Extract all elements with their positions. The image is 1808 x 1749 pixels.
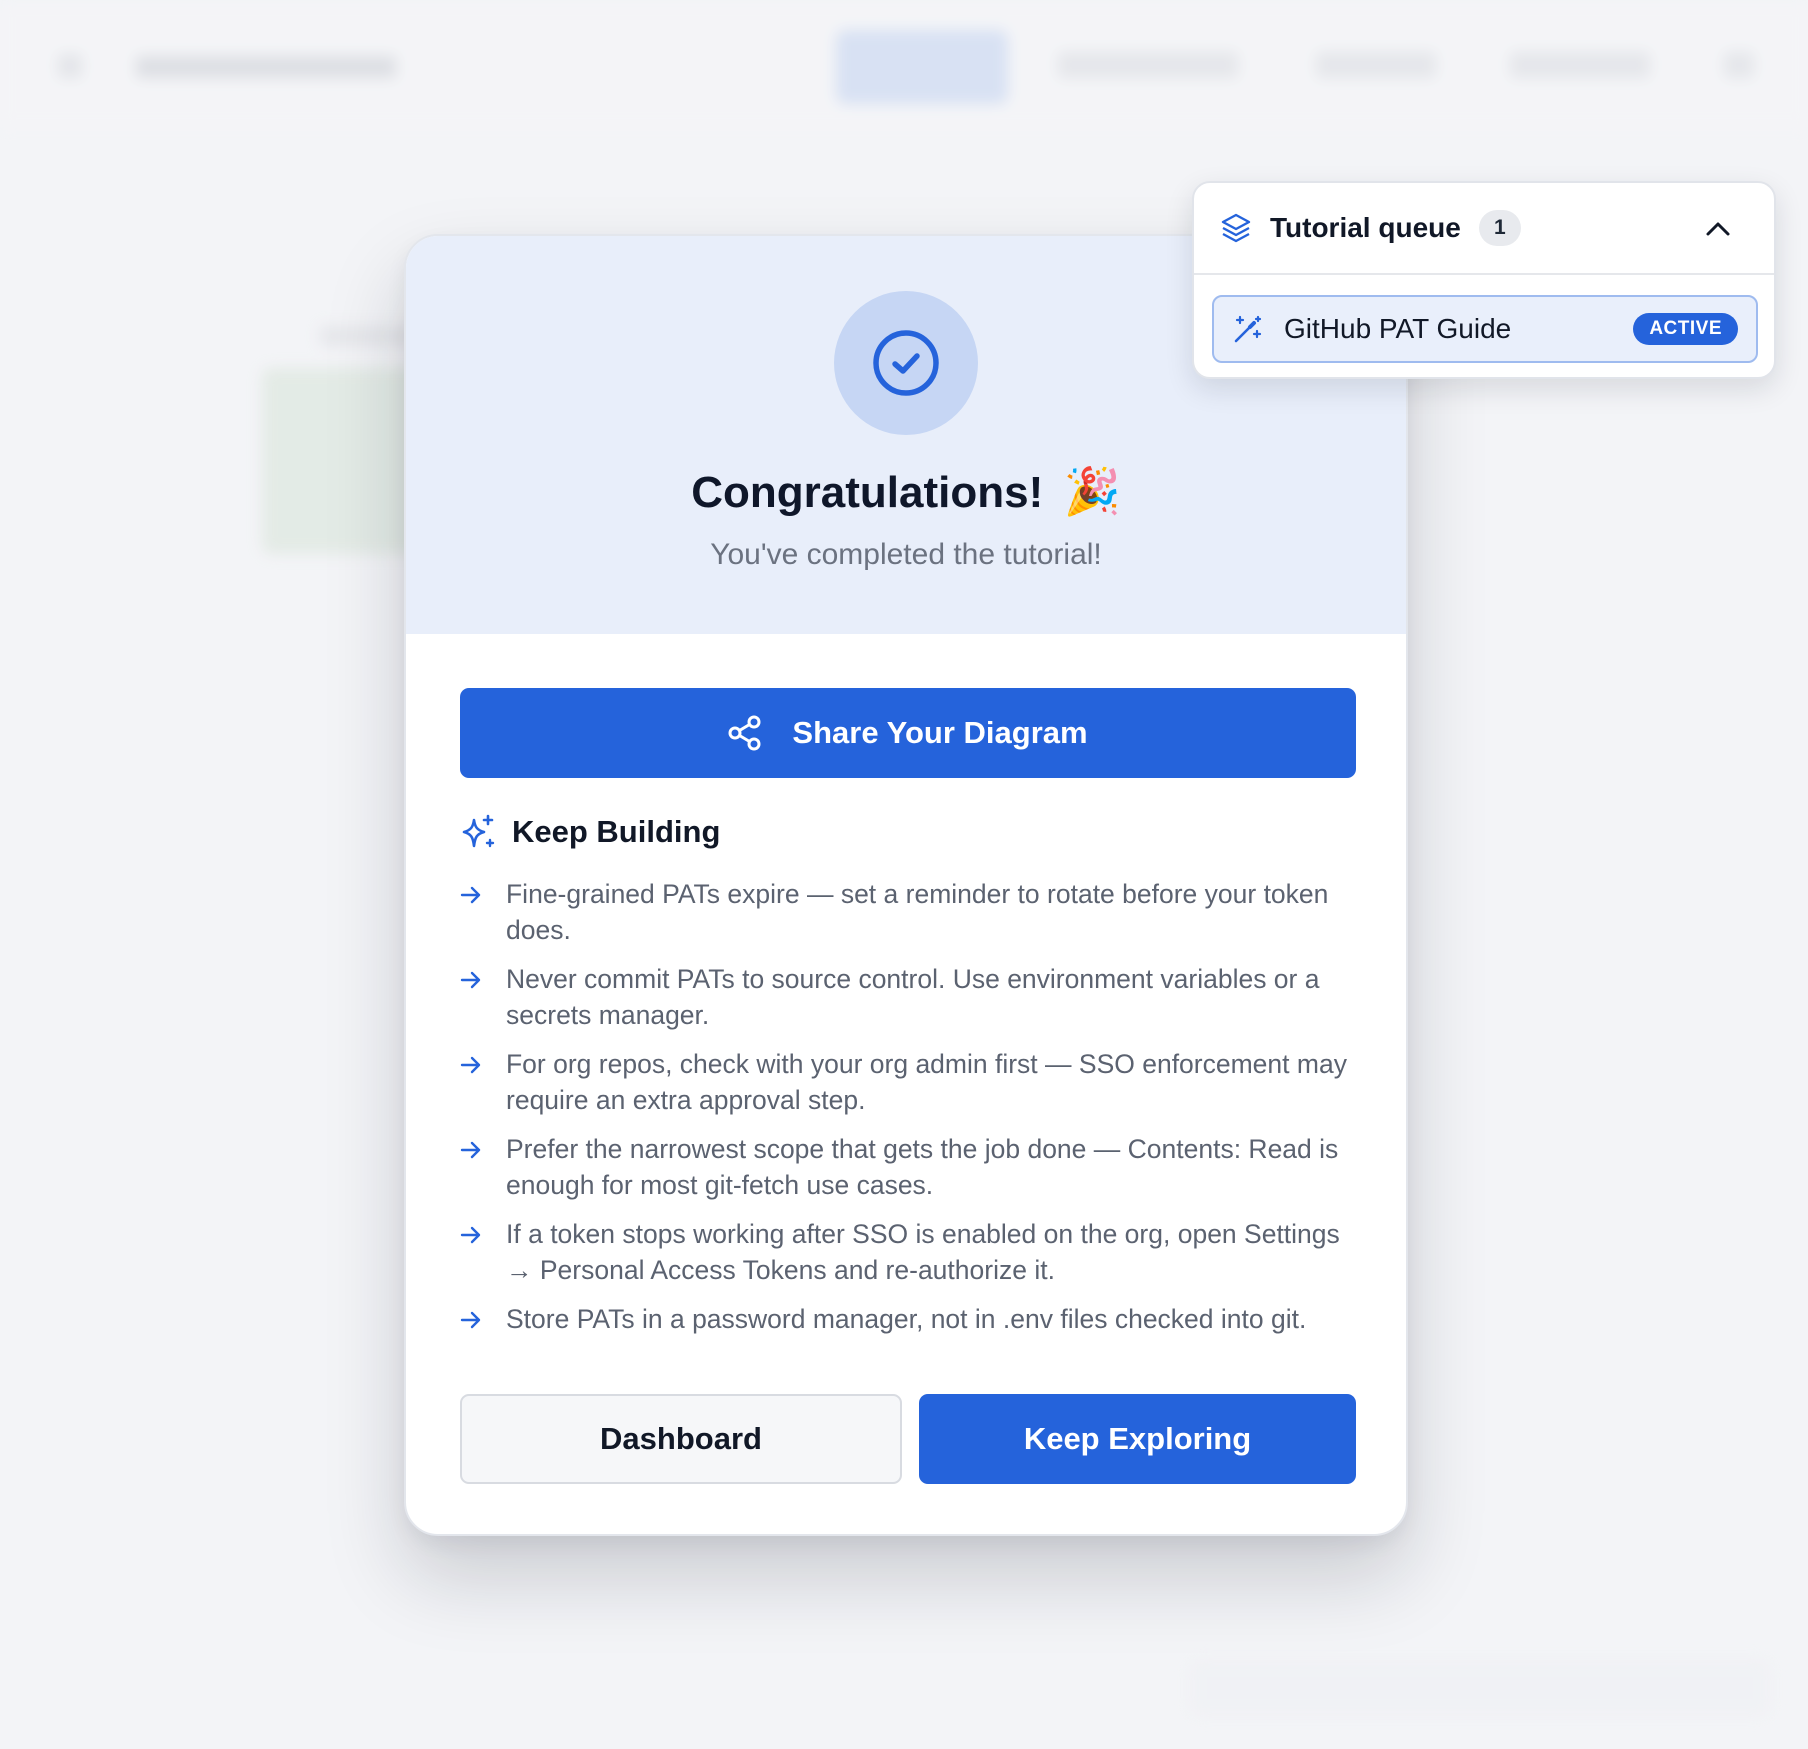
- active-status-badge: ACTIVE: [1633, 313, 1738, 345]
- modal-title: Congratulations! 🎉: [406, 464, 1406, 519]
- check-circle-icon: [834, 291, 978, 435]
- tip-item: Store PATs in a password manager, not in…: [460, 1301, 1360, 1337]
- tutorial-queue-item-label: GitHub PAT Guide: [1284, 313, 1512, 344]
- tutorial-queue-panel: Tutorial queue 1 GitHub PAT Guide ACTIVE: [1192, 181, 1776, 379]
- modal-title-text: Congratulations!: [691, 468, 1044, 517]
- tutorial-queue-item[interactable]: GitHub PAT Guide ACTIVE: [1212, 295, 1758, 363]
- keep-building-heading: Keep Building: [460, 812, 720, 852]
- keep-building-label: Keep Building: [512, 814, 721, 849]
- dashboard-button[interactable]: Dashboard: [460, 1394, 902, 1484]
- share-diagram-button[interactable]: Share Your Diagram: [460, 688, 1356, 778]
- arrow-right-icon: [460, 1046, 506, 1074]
- sparkles-icon: [460, 814, 496, 850]
- arrow-right-icon: [460, 1131, 506, 1159]
- tip-text: For org repos, check with your org admin…: [506, 1049, 1347, 1115]
- tip-item: If a token stops working after SSO is en…: [460, 1216, 1360, 1288]
- tip-text: Fine-grained PATs expire — set a reminde…: [506, 879, 1329, 945]
- tips-list: Fine-grained PATs expire — set a reminde…: [460, 876, 1360, 1350]
- tutorial-queue-title: Tutorial queue: [1270, 212, 1461, 243]
- arrow-right-icon: [460, 961, 506, 989]
- tip-text: Store PATs in a password manager, not in…: [506, 1304, 1307, 1334]
- tip-text: Prefer the narrowest scope that gets the…: [506, 1134, 1339, 1200]
- layers-icon: [1220, 212, 1252, 244]
- tip-text: Never commit PATs to source control. Use…: [506, 964, 1320, 1030]
- tutorial-queue-header[interactable]: Tutorial queue 1: [1194, 183, 1774, 275]
- modal-subtitle: You've completed the tutorial!: [710, 538, 1102, 571]
- tutorial-complete-modal: Congratulations! 🎉 You've completed the …: [404, 234, 1408, 1536]
- magic-wand-icon: [1232, 313, 1264, 345]
- share-diagram-button-label: Share Your Diagram: [792, 715, 1088, 750]
- tip-item: For org repos, check with your org admin…: [460, 1046, 1360, 1118]
- tip-item: Fine-grained PATs expire — set a reminde…: [460, 876, 1360, 948]
- tutorial-queue-count-badge: 1: [1478, 210, 1521, 246]
- party-popper-icon: 🎉: [1063, 465, 1121, 517]
- arrow-right-icon: [460, 876, 506, 904]
- tip-item: Never commit PATs to source control. Use…: [460, 961, 1360, 1033]
- arrow-right-icon: [460, 1301, 506, 1329]
- arrow-right-icon: [460, 1216, 506, 1244]
- tip-item: Prefer the narrowest scope that gets the…: [460, 1131, 1360, 1203]
- keep-exploring-button[interactable]: Keep Exploring: [919, 1394, 1356, 1484]
- tip-text: If a token stops working after SSO is en…: [506, 1219, 1340, 1285]
- chevron-up-icon[interactable]: [1702, 213, 1734, 245]
- share-icon: [728, 715, 762, 751]
